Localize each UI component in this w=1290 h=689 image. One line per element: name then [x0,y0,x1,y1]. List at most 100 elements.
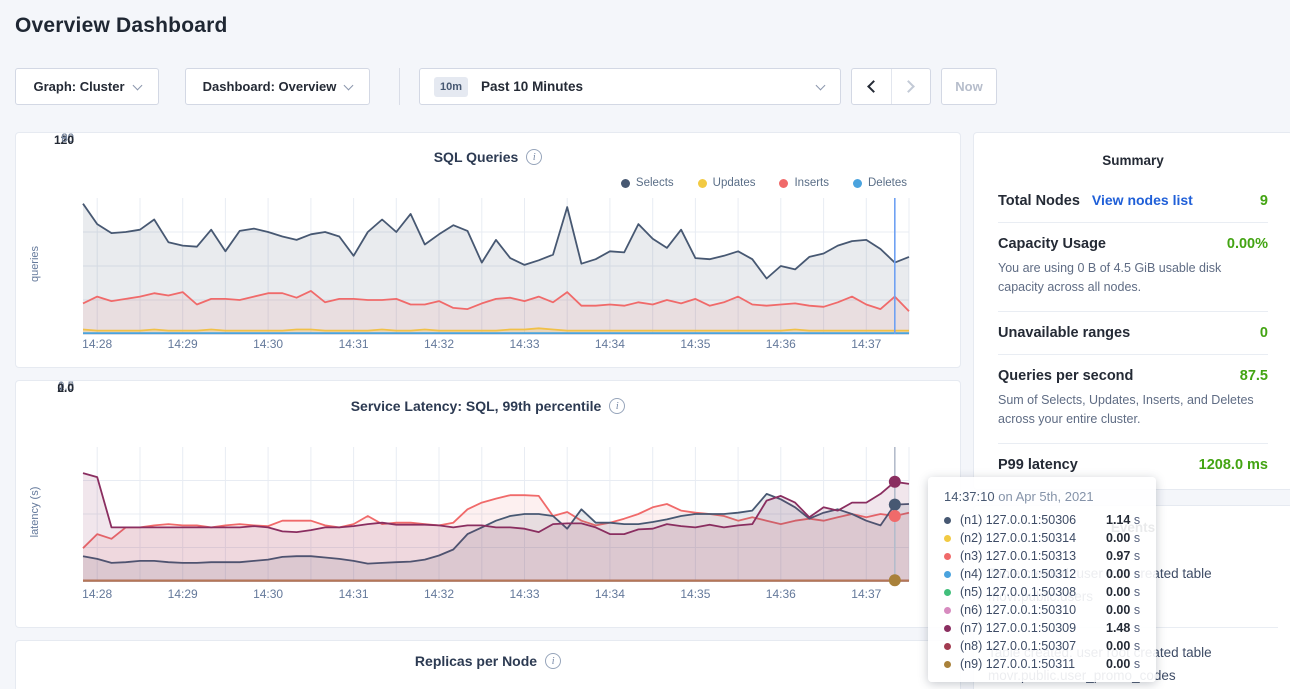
x-axis-tick-label: 14:35 [680,337,710,351]
legend-item: Inserts [779,177,829,189]
toolbar-separator [399,68,400,105]
summary-row-qps: Queries per second 87.5 Sum of Selects, … [998,354,1268,443]
legend-item: Deletes [853,177,907,189]
tooltip-node-row: (n7) 127.0.0.1:503091.48 s [944,619,1142,637]
summary-row-capacity: Capacity Usage 0.00% You are using 0 B o… [998,222,1268,311]
tooltip-timestamp: 14:37:10 on Apr 5th, 2021 [944,489,1142,504]
time-range-label: Past 10 Minutes [481,79,583,94]
node-latency-value: 0.00 s [1106,603,1140,617]
x-axis-ticks: 14:2814:2914:3014:3114:3214:3314:3414:35… [83,337,909,353]
service-latency-plot[interactable] [83,447,909,581]
x-axis-tick-label: 14:36 [766,337,796,351]
y-axis-tick-label: 0 [32,133,74,147]
x-axis-tick-label: 14:37 [851,587,881,601]
legend-label: Deletes [868,177,907,189]
series-dot-icon [944,589,951,596]
node-latency-value: 0.00 s [1106,531,1140,545]
series-dot-icon [944,625,951,632]
qps-label: Queries per second [998,368,1133,384]
chart-hover-tooltip: 14:37:10 on Apr 5th, 2021 (n1) 127.0.0.1… [928,477,1156,682]
x-axis-tick-label: 14:37 [851,337,881,351]
info-icon[interactable]: i [609,398,625,414]
capacity-desc: You are using 0 B of 4.5 GiB usable disk… [998,259,1268,298]
legend-label: Updates [713,177,756,189]
node-address: (n8) 127.0.0.1:50307 [960,639,1106,653]
sql-queries-plot[interactable] [83,198,909,334]
tooltip-node-row: (n1) 127.0.0.1:503061.14 s [944,511,1142,529]
series-dot-icon [944,553,951,560]
tooltip-node-row: (n4) 127.0.0.1:503120.00 s [944,565,1142,583]
series-dot-icon [944,517,951,524]
node-address: (n1) 127.0.0.1:50306 [960,513,1106,527]
legend-label: Selects [636,177,674,189]
capacity-value: 0.00% [1227,236,1268,252]
qps-desc: Sum of Selects, Updates, Inserts, and De… [998,391,1268,430]
time-next-button[interactable] [891,69,931,104]
chart-title: Replicas per Node [415,653,537,669]
summary-row-total-nodes: Total Nodes View nodes list 9 [998,192,1268,222]
tooltip-node-row: (n8) 127.0.0.1:503070.00 s [944,637,1142,655]
x-axis-tick-label: 14:33 [509,587,539,601]
tooltip-node-row: (n2) 127.0.0.1:503140.00 s [944,529,1142,547]
now-button[interactable]: Now [941,68,997,105]
unavailable-ranges-value: 0 [1260,325,1268,341]
x-axis-tick-label: 14:28 [82,337,112,351]
time-prev-button[interactable] [852,69,891,104]
dashboard-dropdown-label: Dashboard: Overview [203,79,337,94]
info-icon[interactable]: i [526,149,542,165]
legend-item: Selects [621,177,674,189]
y-axis-title: queries [29,229,41,299]
overview-dashboard-page: Overview Dashboard Graph: Cluster Dashbo… [0,0,1290,689]
info-icon[interactable]: i [545,653,561,669]
series-dot-icon [944,535,951,542]
node-latency-value: 1.48 s [1106,621,1140,635]
summary-panel: Summary Total Nodes View nodes list 9 Ca… [973,132,1290,490]
series-dot-icon [944,661,951,668]
unavailable-ranges-label: Unavailable ranges [998,325,1130,341]
x-axis-tick-label: 14:32 [424,337,454,351]
x-axis-tick-label: 14:30 [253,337,283,351]
sql-queries-chart-card: SQL Queries i Selects Updates Inserts Delet… [15,132,961,368]
capacity-label: Capacity Usage [998,236,1106,252]
graph-dropdown-label: Graph: Cluster [33,79,124,94]
x-axis-tick-label: 14:36 [766,587,796,601]
legend-dot-icon [779,179,788,188]
x-axis-tick-label: 14:31 [339,587,369,601]
summary-heading: Summary [998,153,1268,168]
legend-dot-icon [698,179,707,188]
x-axis-tick-label: 14:30 [253,587,283,601]
x-axis-tick-label: 14:32 [424,587,454,601]
time-range-dropdown[interactable]: 10m Past 10 Minutes [419,68,841,105]
node-latency-value: 0.00 s [1106,567,1140,581]
x-axis-tick-label: 14:34 [595,337,625,351]
node-latency-value: 0.97 s [1106,549,1140,563]
node-address: (n7) 127.0.0.1:50309 [960,621,1106,635]
y-axis-title: latency (s) [29,477,41,547]
node-latency-value: 1.14 s [1106,513,1140,527]
node-address: (n3) 127.0.0.1:50313 [960,549,1106,563]
chevron-right-icon [902,80,915,93]
dashboard-dropdown[interactable]: Dashboard: Overview [185,68,370,105]
x-axis-tick-label: 14:28 [82,587,112,601]
time-step-buttons [851,68,931,105]
time-range-badge: 10m [434,77,468,97]
x-axis-ticks: 14:2814:2914:3014:3114:3214:3314:3414:35… [83,587,909,603]
node-address: (n6) 127.0.0.1:50310 [960,603,1106,617]
view-nodes-list-link[interactable]: View nodes list [1092,192,1193,208]
x-axis-tick-label: 14:29 [168,337,198,351]
node-address: (n2) 127.0.0.1:50314 [960,531,1106,545]
series-dot-icon [944,643,951,650]
p99-latency-value: 1208.0 ms [1199,457,1268,473]
x-axis-tick-label: 14:29 [168,587,198,601]
node-latency-value: 0.00 s [1106,657,1140,671]
chart-title: SQL Queries [434,149,519,165]
y-axis-tick-label: 0.0 [32,381,74,395]
page-title: Overview Dashboard [15,14,228,38]
chart-legend: Selects Updates Inserts Deletes [621,177,907,189]
node-latency-value: 0.00 s [1106,585,1140,599]
graph-dropdown[interactable]: Graph: Cluster [15,68,159,105]
p99-latency-label: P99 latency [998,457,1078,473]
legend-item: Updates [698,177,756,189]
total-nodes-label: Total Nodes [998,193,1080,209]
summary-row-unavailable: Unavailable ranges 0 [998,311,1268,354]
